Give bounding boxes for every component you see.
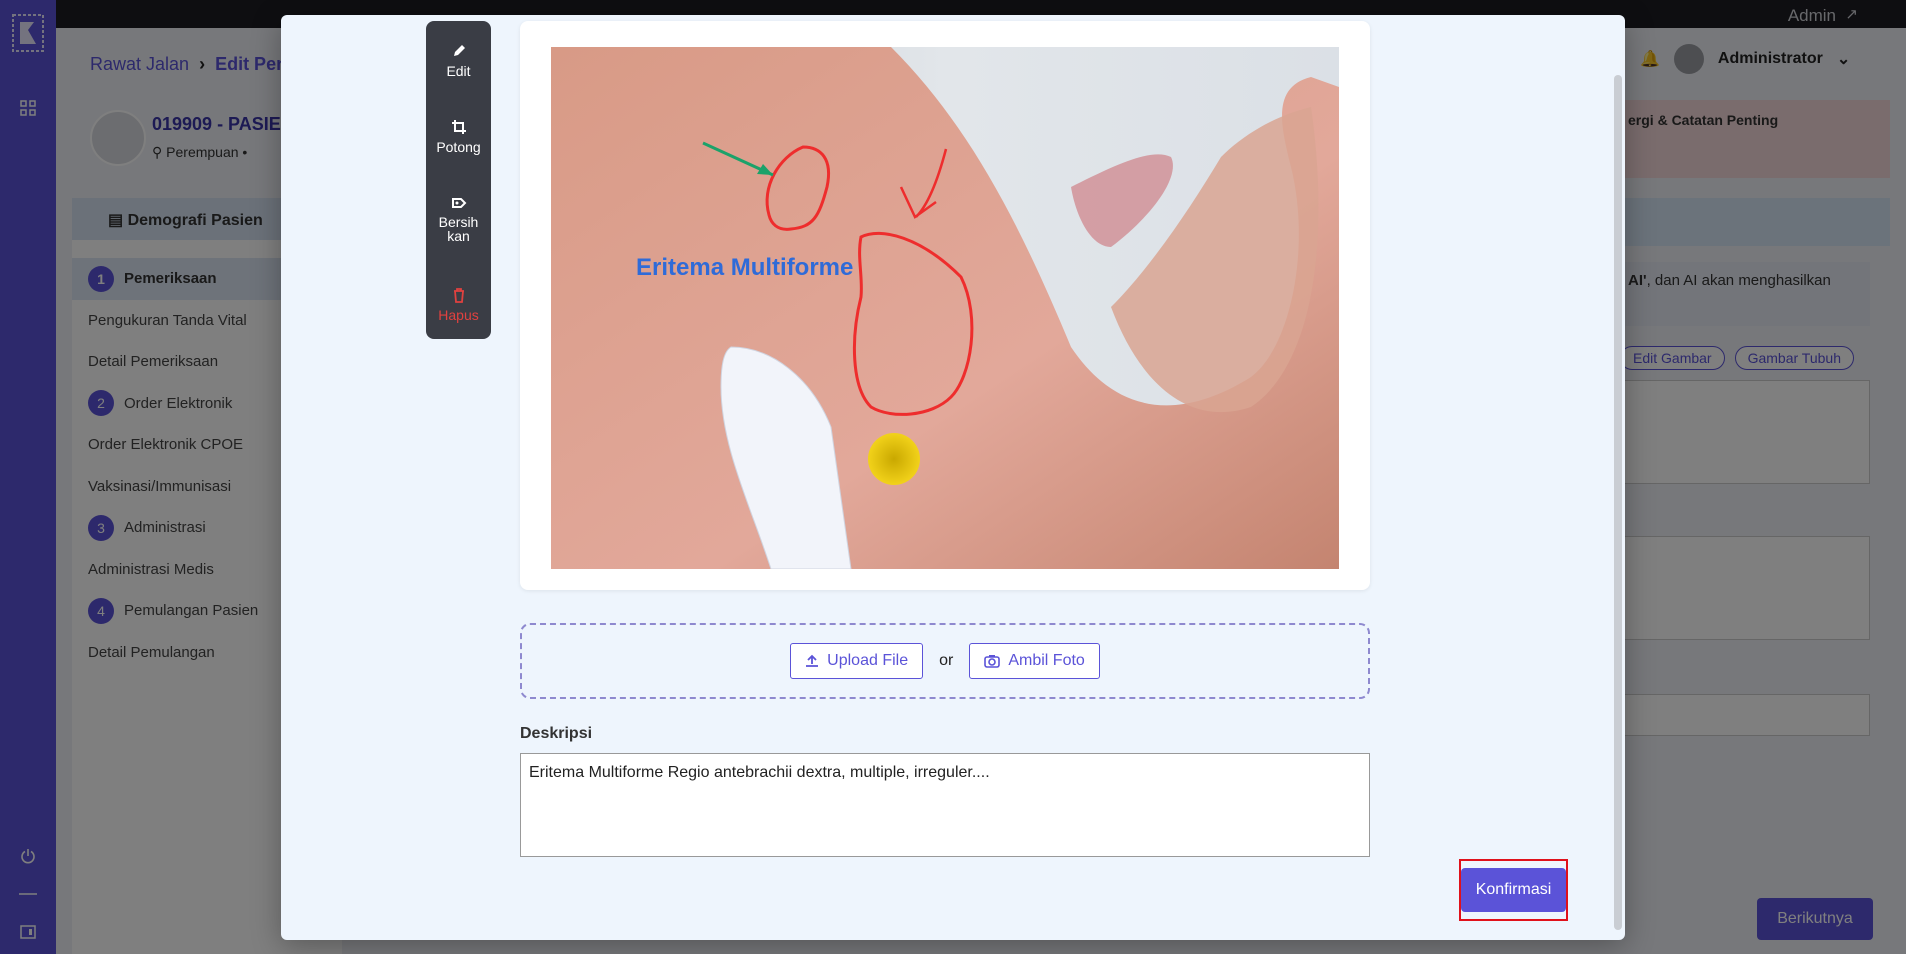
eraser-icon [451, 198, 466, 208]
image-toolbar: Edit Potong Bersih kan Hapus [426, 21, 491, 339]
upload-file-button[interactable]: Upload File [790, 643, 924, 679]
description-textarea[interactable]: Eritema Multiforme Regio antebrachii dex… [520, 753, 1370, 857]
pencil-icon [453, 45, 465, 56]
or-label: or [939, 652, 954, 669]
upload-dropzone[interactable]: Upload File or Ambil Foto [520, 623, 1370, 699]
edit-tool-button[interactable]: Edit [426, 43, 491, 79]
crop-icon [451, 120, 466, 134]
skin-lesion-photo[interactable]: Eritema Multiforme [551, 47, 1339, 569]
upload-icon [806, 654, 819, 667]
description-label: Deskripsi [520, 725, 593, 742]
take-photo-button[interactable]: Ambil Foto [969, 643, 1100, 679]
modal-scrollbar[interactable] [1614, 75, 1622, 930]
image-edit-modal: Edit Potong Bersih kan Hapus Eritema Mul… [281, 15, 1625, 940]
confirm-button[interactable]: Konfirmasi [1461, 868, 1566, 912]
camera-icon [984, 655, 1001, 668]
clear-tool-button[interactable]: Bersih kan [426, 195, 491, 243]
confirm-highlight: Konfirmasi [1459, 859, 1568, 921]
image-card: Eritema Multiforme [520, 21, 1370, 590]
annotation-label: Eritema Multiforme [636, 254, 853, 281]
yellow-marker [868, 433, 920, 485]
trash-icon [453, 288, 464, 303]
crop-tool-button[interactable]: Potong [426, 119, 491, 155]
delete-tool-button[interactable]: Hapus [426, 287, 491, 323]
